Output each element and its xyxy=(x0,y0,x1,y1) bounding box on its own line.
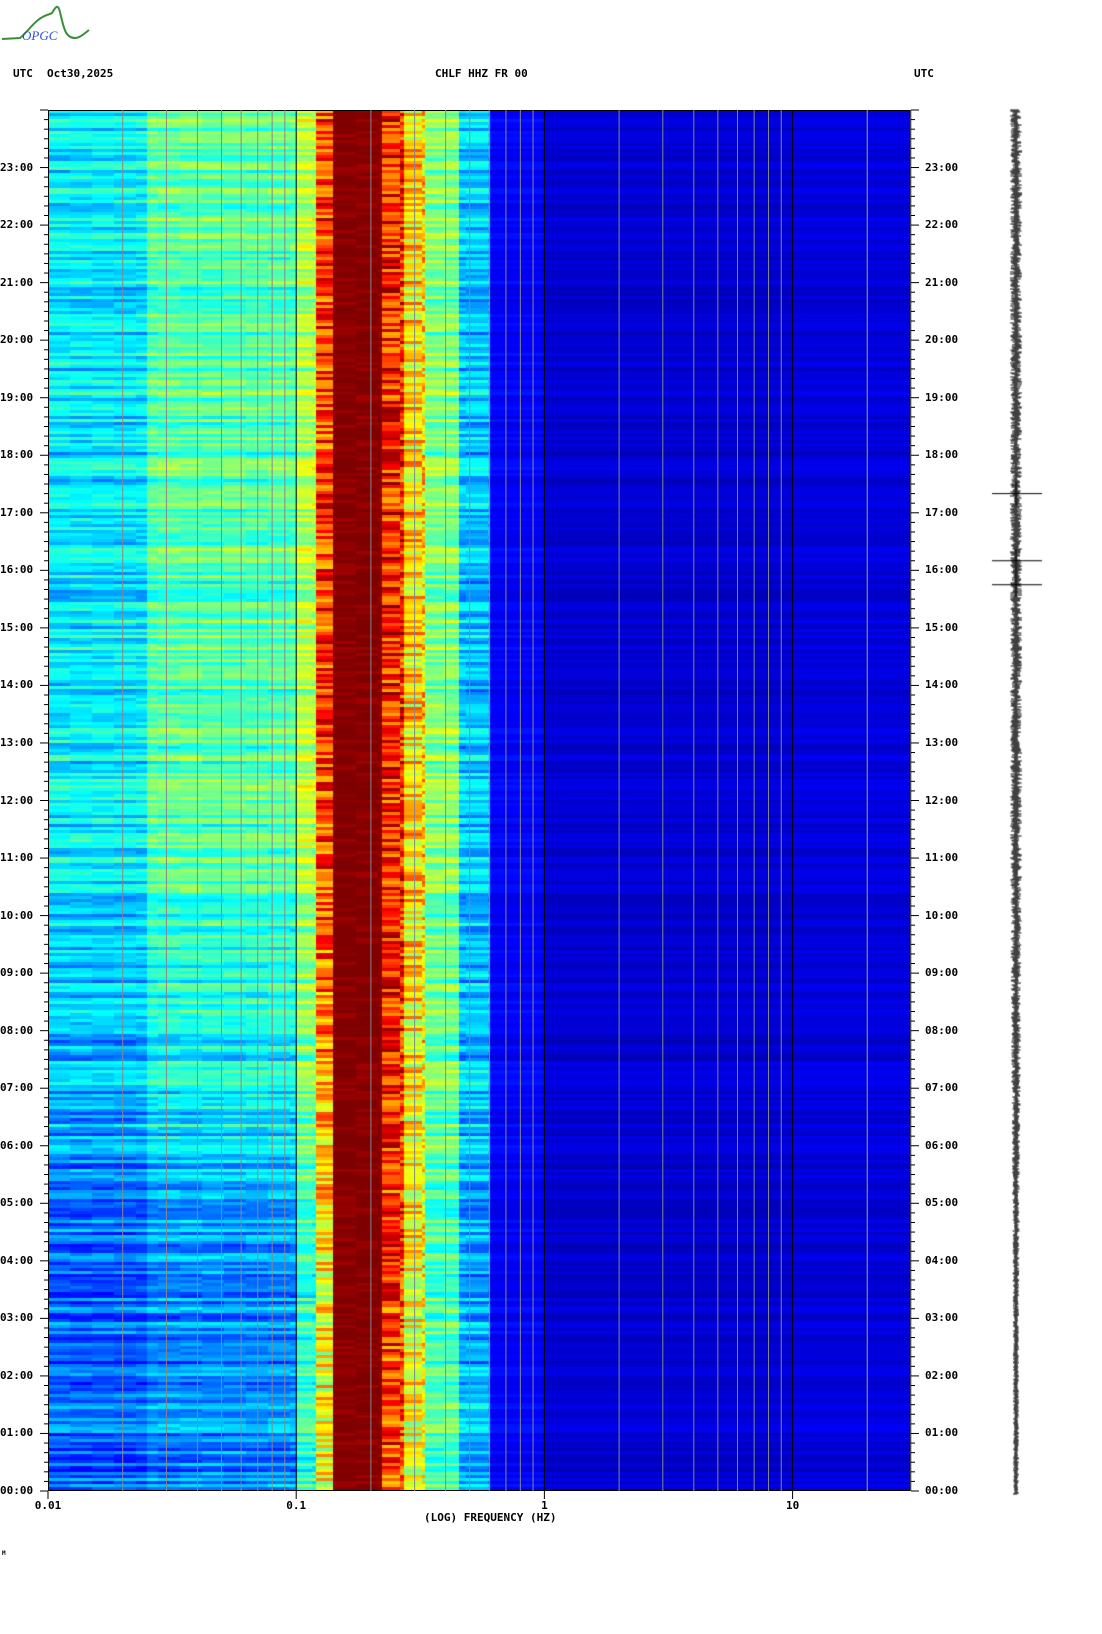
y-tick-label-right: 13:00 xyxy=(925,735,959,749)
y-tick-label-right: 16:00 xyxy=(925,563,959,577)
y-tick-label-left: 04:00 xyxy=(0,1253,34,1267)
x-tick-label: 10 xyxy=(785,1499,800,1512)
y-tick-label-right: 20:00 xyxy=(925,333,959,347)
seismogram-trace xyxy=(990,105,1050,1500)
y-tick-label-left: 16:00 xyxy=(0,563,34,577)
y-tick-label-right: 17:00 xyxy=(925,505,959,519)
y-tick-label-right: 18:00 xyxy=(925,448,959,462)
footer-mark: M xyxy=(2,1550,6,1557)
y-tick-label-left: 20:00 xyxy=(0,333,34,347)
y-tick-label-right: 22:00 xyxy=(925,218,959,232)
y-tick-label-right: 07:00 xyxy=(925,1081,959,1095)
y-tick-label-right: 14:00 xyxy=(925,678,959,692)
y-tick-label-right: 00:00 xyxy=(925,1484,959,1497)
y-tick-label-right: 21:00 xyxy=(925,275,959,289)
y-tick-label-left: 12:00 xyxy=(0,793,34,807)
y-tick-label-right: 04:00 xyxy=(925,1253,959,1267)
y-tick-label-right: 19:00 xyxy=(925,390,959,404)
y-tick-label-left: 01:00 xyxy=(0,1426,34,1440)
y-tick-label-left: 05:00 xyxy=(0,1196,34,1210)
y-tick-label-left: 22:00 xyxy=(0,218,34,232)
y-tick-label-right: 10:00 xyxy=(925,908,959,922)
y-tick-label-left: 06:00 xyxy=(0,1138,34,1152)
y-tick-label-right: 15:00 xyxy=(925,620,959,634)
y-tick-label-left: 11:00 xyxy=(0,851,34,865)
y-tick-label-right: 11:00 xyxy=(925,851,959,865)
y-tick-label-right: 12:00 xyxy=(925,793,959,807)
y-tick-label-left: 13:00 xyxy=(0,735,34,749)
y-tick-label-right: 06:00 xyxy=(925,1138,959,1152)
y-tick-label-left: 08:00 xyxy=(0,1023,34,1037)
y-tick-label-right: 03:00 xyxy=(925,1311,959,1325)
y-tick-label-right: 23:00 xyxy=(925,160,959,174)
y-tick-label-left: 00:00 xyxy=(0,1484,34,1497)
y-tick-label-left: 19:00 xyxy=(0,390,34,404)
y-tick-label-left: 23:00 xyxy=(0,160,34,174)
y-tick-label-left: 17:00 xyxy=(0,505,34,519)
y-tick-label-left: 21:00 xyxy=(0,275,34,289)
x-axis-label: (LOG) FREQUENCY (HZ) xyxy=(424,1511,557,1524)
y-tick-label-left: 03:00 xyxy=(0,1311,34,1325)
y-tick-label-left: 09:00 xyxy=(0,966,34,980)
y-tick-label-right: 05:00 xyxy=(925,1196,959,1210)
y-tick-label-left: 18:00 xyxy=(0,448,34,462)
x-tick-label: 0.01 xyxy=(34,1499,62,1512)
y-tick-label-left: 07:00 xyxy=(0,1081,34,1095)
axes-overlay xyxy=(40,109,919,1499)
y-tick-label-left: 14:00 xyxy=(0,678,34,692)
x-tick-label: 0.1 xyxy=(286,1499,307,1512)
y-tick-label-right: 01:00 xyxy=(925,1426,959,1440)
y-tick-label-right: 09:00 xyxy=(925,966,959,980)
y-tick-label-right: 02:00 xyxy=(925,1368,959,1382)
y-tick-label-left: 10:00 xyxy=(0,908,34,922)
y-tick-label-right: 08:00 xyxy=(925,1023,959,1037)
y-tick-label-left: 02:00 xyxy=(0,1368,34,1382)
y-tick-label-left: 15:00 xyxy=(0,620,34,634)
